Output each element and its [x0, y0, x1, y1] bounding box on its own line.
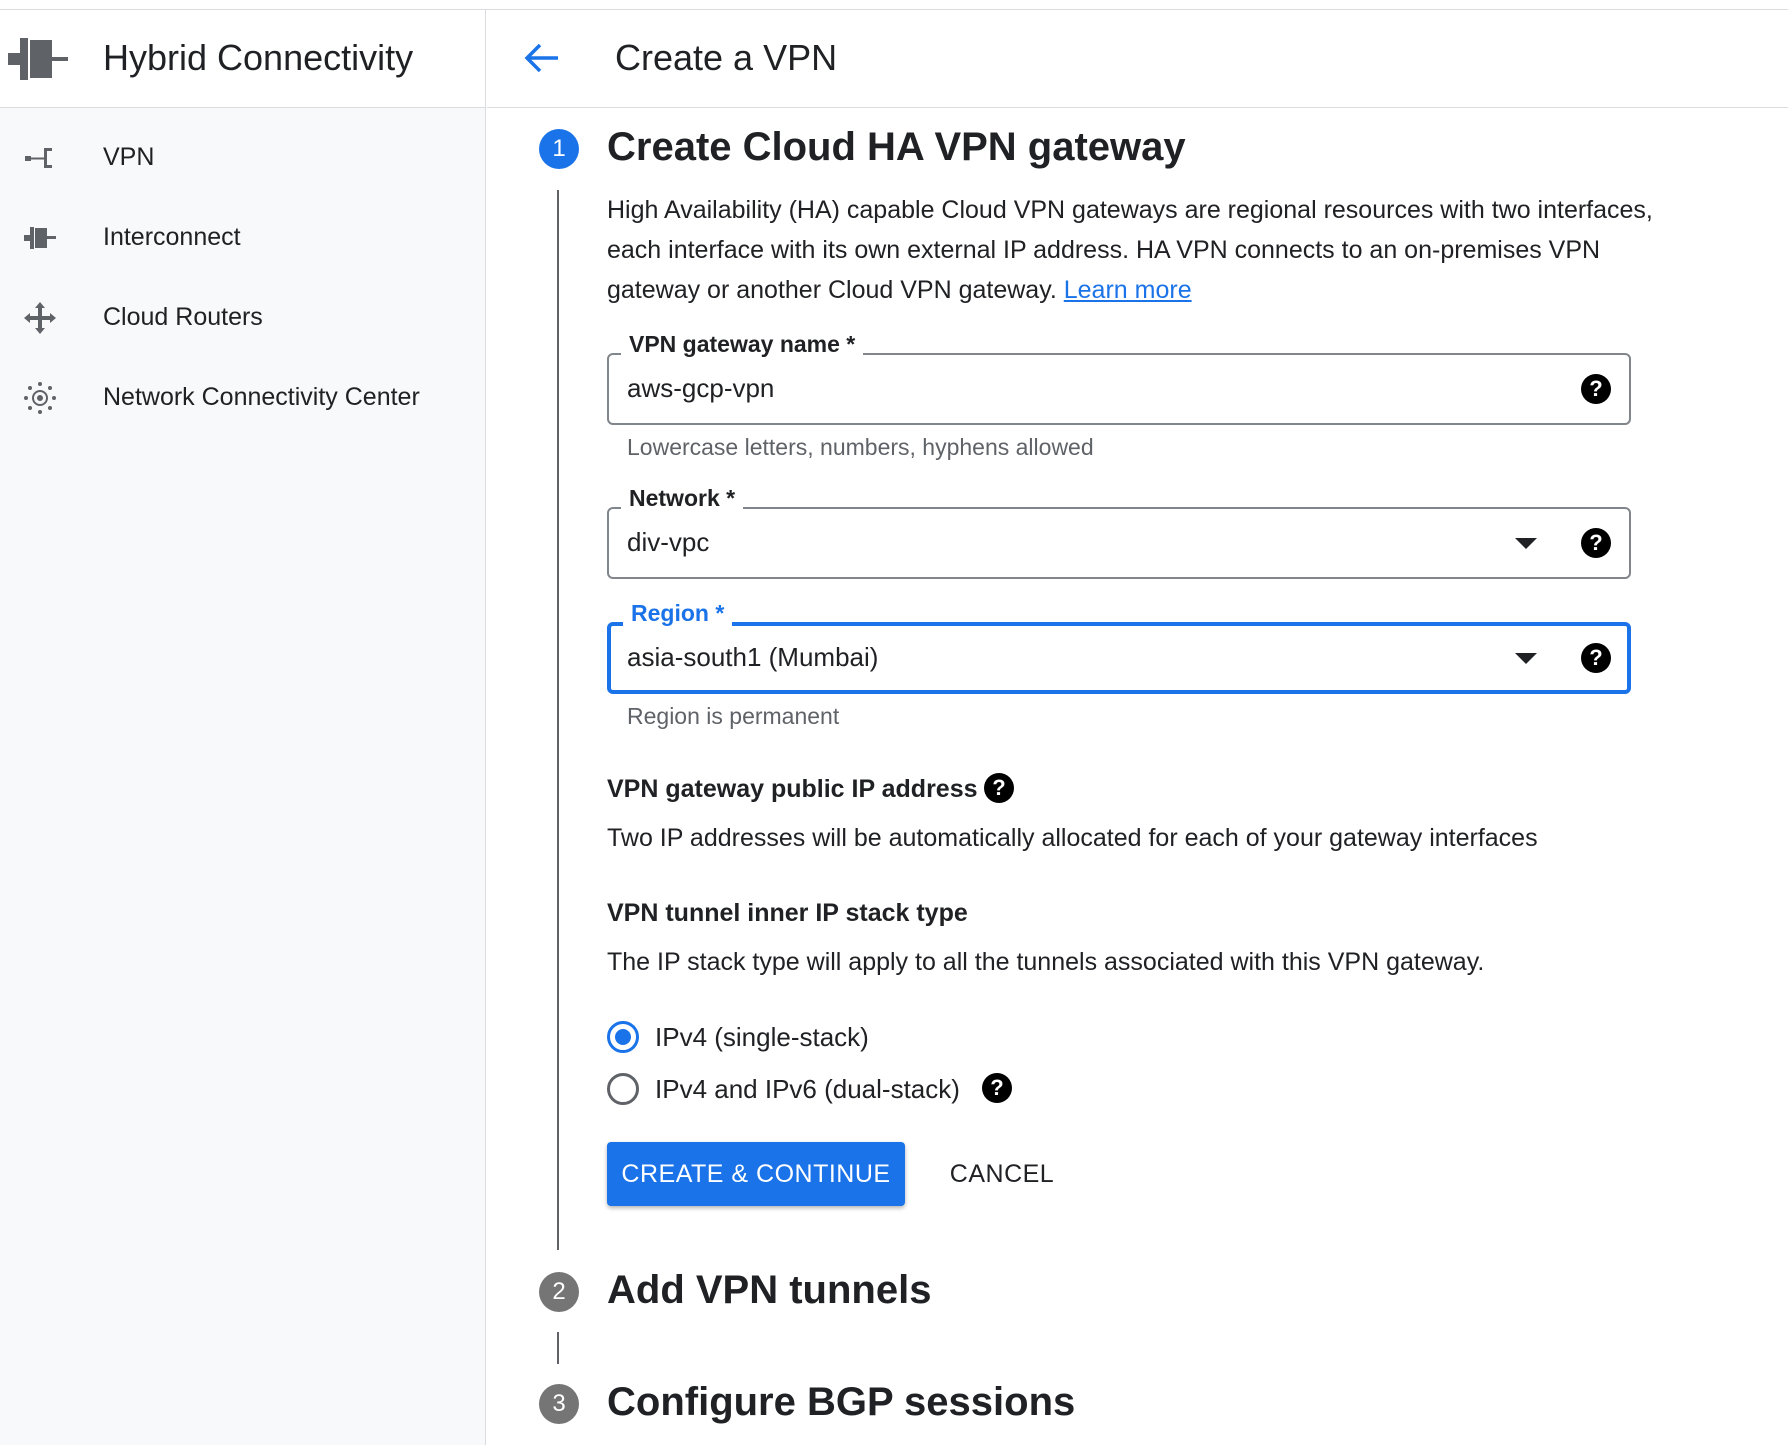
sidebar-item-label: Network Connectivity Center — [103, 383, 420, 411]
network-value: div-vpc — [627, 527, 710, 557]
sidebar-item-vpn[interactable]: VPN — [0, 118, 485, 198]
create-and-continue-button[interactable]: CREATE & CONTINUE — [607, 1142, 905, 1206]
dropdown-arrow-icon[interactable] — [1515, 653, 1537, 664]
sidebar-header: Hybrid Connectivity — [0, 10, 485, 108]
vpn-icon — [25, 148, 52, 168]
region-select[interactable]: Region * asia-south1 (Mumbai) ? — [607, 600, 1631, 694]
step-description: High Availability (HA) capable Cloud VPN… — [607, 190, 1667, 310]
region-value: asia-south1 (Mumbai) — [627, 642, 879, 672]
network-label: Network * — [621, 485, 744, 512]
gateway-name-value[interactable]: aws-gcp-vpn — [627, 373, 774, 404]
radio-label: IPv4 and IPv6 (dual-stack) — [655, 1074, 960, 1104]
sidebar-item-network-connectivity-center[interactable]: Network Connectivity Center — [0, 358, 485, 438]
step-connector — [557, 1332, 559, 1364]
network-select[interactable]: Network * div-vpc ? — [607, 485, 1631, 579]
cloud-routers-icon — [24, 302, 56, 334]
page-title: Create a VPN — [615, 37, 838, 78]
ipv4-single-stack-radio[interactable] — [607, 1021, 639, 1053]
public-ip-heading: VPN gateway public IP address — [607, 775, 978, 803]
help-icon[interactable]: ? — [1581, 643, 1611, 673]
step-2-number: 2 — [539, 1272, 579, 1312]
back-arrow-icon[interactable] — [522, 38, 562, 78]
step-1-number: 1 — [539, 129, 579, 169]
help-icon[interactable]: ? — [1581, 528, 1611, 558]
sidebar: Hybrid Connectivity VPN Interconnect Clo… — [0, 10, 486, 1445]
cancel-button[interactable]: CANCEL — [930, 1142, 1074, 1206]
gateway-name-hint: Lowercase letters, numbers, hyphens allo… — [627, 434, 1094, 460]
interconnect-icon — [24, 227, 56, 249]
stack-type-heading: VPN tunnel inner IP stack type — [607, 899, 968, 927]
region-label: Region * — [623, 600, 733, 627]
stack-type-text: The IP stack type will apply to all the … — [607, 948, 1485, 976]
network-connectivity-center-icon — [24, 382, 56, 414]
sidebar-item-interconnect[interactable]: Interconnect — [0, 198, 485, 278]
learn-more-link[interactable]: Learn more — [1064, 276, 1192, 304]
step-1-title: Create Cloud HA VPN gateway — [607, 125, 1186, 169]
radio-label: IPv4 (single-stack) — [655, 1022, 869, 1052]
step-2-title: Add VPN tunnels — [607, 1268, 932, 1312]
dropdown-arrow-icon[interactable] — [1515, 538, 1537, 549]
help-icon[interactable]: ? — [1581, 374, 1611, 404]
help-icon[interactable]: ? — [984, 773, 1014, 803]
sidebar-item-label: VPN — [103, 143, 155, 171]
step-3-number: 3 — [539, 1384, 579, 1424]
product-title: Hybrid Connectivity — [103, 37, 414, 78]
ipv4-ipv6-dual-stack-radio[interactable] — [607, 1073, 639, 1105]
step-3-title: Configure BGP sessions — [607, 1380, 1076, 1424]
region-hint: Region is permanent — [627, 703, 840, 729]
top-border — [0, 0, 1788, 10]
public-ip-text: Two IP addresses will be automatically a… — [607, 824, 1538, 852]
sidebar-item-cloud-routers[interactable]: Cloud Routers — [0, 278, 485, 358]
hybrid-connectivity-icon — [8, 38, 68, 80]
sidebar-item-label: Interconnect — [103, 223, 241, 251]
gateway-name-label: VPN gateway name * — [621, 331, 864, 358]
gateway-name-field[interactable]: VPN gateway name * aws-gcp-vpn ? — [607, 331, 1631, 425]
sidebar-item-label: Cloud Routers — [103, 303, 263, 331]
help-icon[interactable]: ? — [982, 1073, 1012, 1103]
step-connector — [557, 190, 559, 1250]
page-header: Create a VPN — [487, 10, 1788, 108]
